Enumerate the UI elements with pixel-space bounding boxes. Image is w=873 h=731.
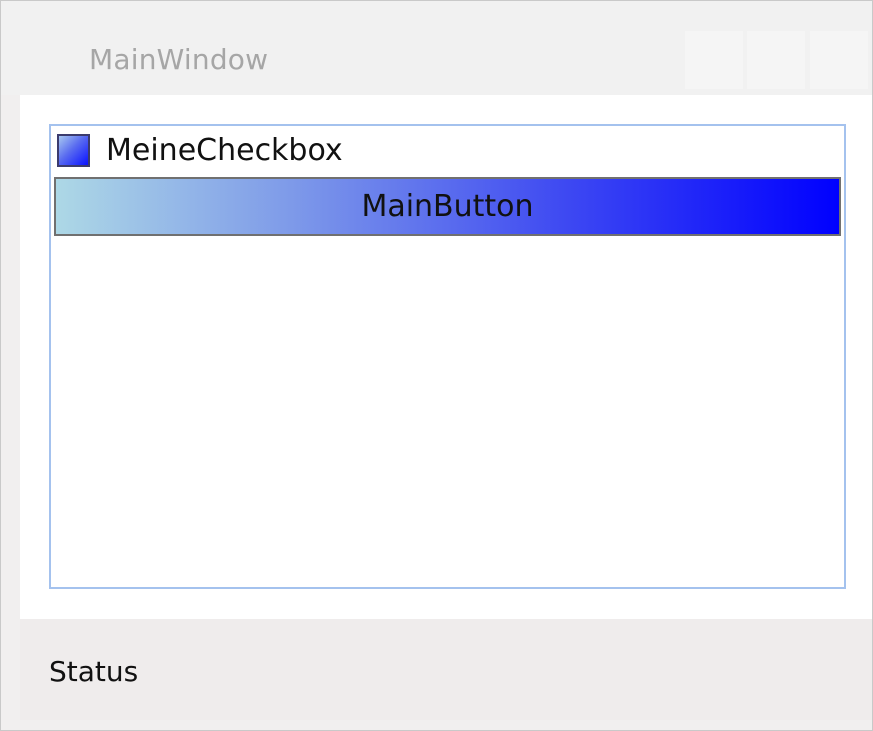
- maximize-button[interactable]: [747, 31, 805, 89]
- main-window: MainWindow MeineCheckbox MainButton Stat…: [0, 0, 873, 731]
- status-text: Status: [49, 655, 139, 688]
- checkbox-box[interactable]: [57, 133, 90, 167]
- minimize-button[interactable]: [685, 31, 743, 89]
- client-area: MeineCheckbox MainButton: [20, 95, 872, 619]
- checkbox-label: MeineCheckbox: [106, 132, 343, 168]
- main-button-label: MainButton: [361, 189, 534, 224]
- close-button[interactable]: [810, 31, 868, 89]
- window-title: MainWindow: [89, 43, 269, 76]
- meine-checkbox[interactable]: MeineCheckbox: [57, 130, 343, 170]
- title-bar[interactable]: MainWindow: [1, 1, 872, 95]
- status-bar: Status: [20, 619, 872, 720]
- main-button[interactable]: MainButton: [54, 177, 841, 236]
- item-listbox[interactable]: MeineCheckbox MainButton: [49, 124, 846, 589]
